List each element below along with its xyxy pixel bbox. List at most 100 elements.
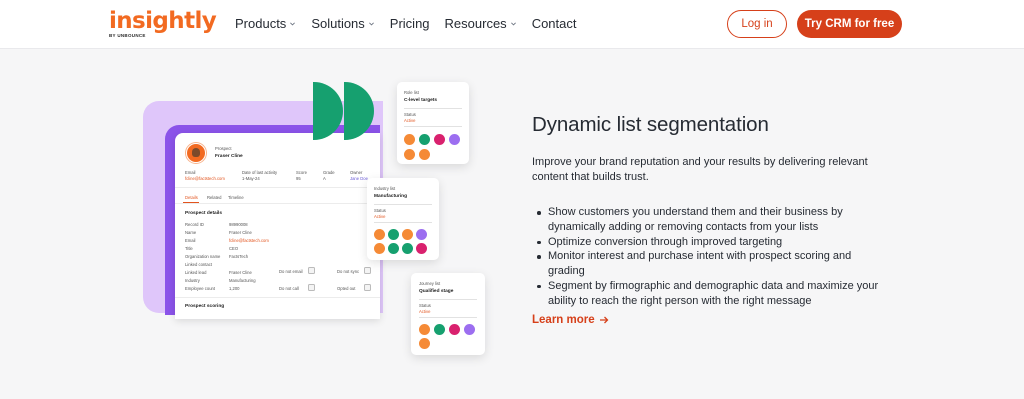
score-value: 95	[296, 176, 301, 181]
contact-avatar	[419, 149, 430, 160]
role-list-title: Role list	[404, 90, 419, 95]
prospect-details-heading: Prospect details	[185, 211, 223, 216]
prospect-scoring-heading: Prospect scoring	[185, 304, 225, 309]
field-label: Email	[185, 238, 196, 243]
activity-label: Date of last activity	[242, 170, 278, 175]
field-value: fcline@factstech.com	[229, 238, 269, 243]
divider	[419, 299, 477, 300]
chevron-down-icon	[290, 22, 296, 26]
field-value: Manufacturing	[229, 278, 256, 283]
divider	[374, 204, 432, 205]
nav-solutions-label: Solutions	[311, 16, 365, 31]
field-value: CEO	[229, 246, 239, 251]
contact-avatar	[416, 243, 427, 254]
field-label: Record ID	[185, 222, 204, 227]
toggle-label: Opted out	[337, 286, 356, 291]
contact-avatar	[402, 229, 413, 240]
list-item: Monitor interest and purchase intent wit…	[534, 249, 884, 279]
tab-timeline[interactable]: Timeline	[228, 195, 244, 200]
field-label: Employee count	[185, 286, 216, 291]
nav-resources-label: Resources	[444, 16, 507, 31]
industry-list-name: Manufacturing	[374, 194, 408, 199]
field-label: Industry	[185, 278, 200, 283]
contact-avatar	[419, 324, 430, 335]
nav-products[interactable]: Products	[235, 16, 296, 31]
prospect-avatar	[186, 143, 206, 163]
divider	[374, 222, 432, 223]
prospect-kind: Prospect	[215, 146, 232, 151]
role-list-card: Role list C-level targets Status Active	[397, 82, 469, 164]
contact-avatar	[419, 338, 430, 349]
field-value: FactsTech	[229, 254, 249, 259]
score-label: Score	[296, 170, 307, 175]
contact-avatar	[388, 243, 399, 254]
contact-avatar	[434, 134, 445, 145]
chevron-down-icon	[368, 22, 374, 26]
divider	[419, 317, 477, 318]
nav-contact[interactable]: Contact	[532, 16, 577, 31]
try-crm-free-button[interactable]: Try CRM for free	[797, 10, 902, 38]
chevron-down-icon	[510, 22, 516, 26]
toggle-label: Do not call	[279, 286, 299, 291]
tab-details[interactable]: Details	[185, 195, 198, 200]
tab-related[interactable]: Related	[207, 195, 221, 200]
contact-avatar	[434, 324, 445, 335]
field-value: 1,200	[229, 286, 240, 291]
nav-solutions[interactable]: Solutions	[311, 16, 374, 31]
status-value: Active	[374, 214, 386, 219]
contact-avatar	[402, 243, 413, 254]
status-value: Active	[404, 118, 416, 123]
contact-avatar	[404, 134, 415, 145]
contact-avatar	[374, 243, 385, 254]
industry-list-title: Industry list	[374, 186, 396, 191]
login-button[interactable]: Log in	[727, 10, 787, 38]
status-label: Status	[419, 303, 431, 308]
section-intro: Improve your brand reputation and your r…	[532, 156, 868, 183]
contact-avatar	[404, 149, 415, 160]
contact-avatar	[374, 229, 385, 240]
do-not-call-checkbox[interactable]	[308, 284, 315, 291]
learn-more-label: Learn more	[532, 314, 595, 326]
owner-value: Jane Doe	[350, 176, 368, 181]
do-not-email-checkbox[interactable]	[308, 267, 315, 274]
contact-avatar	[416, 229, 427, 240]
opted-out-checkbox[interactable]	[364, 284, 371, 291]
owner-label: Owner	[350, 170, 363, 175]
grade-label: Grade	[323, 170, 335, 175]
contact-avatar	[419, 134, 430, 145]
nav-pricing[interactable]: Pricing	[390, 16, 430, 31]
field-label: Name	[185, 230, 197, 235]
journey-list-card: Journey list Qualified stage Status Acti…	[411, 273, 485, 355]
field-label: Organization name	[185, 254, 221, 259]
prospect-name: Fraser Cline	[215, 154, 243, 159]
list-item: Show customers you understand them and t…	[534, 205, 884, 235]
do-not-sync-checkbox[interactable]	[364, 267, 371, 274]
insightly-logo[interactable]: insightly BY UNBOUNCE	[109, 8, 217, 39]
list-item: Segment by firmographic and demographic …	[534, 279, 884, 309]
learn-more-link[interactable]: Learn more	[532, 314, 609, 326]
logo-wordmark: insightly	[109, 8, 217, 34]
contact-avatar	[449, 324, 460, 335]
status-label: Status	[404, 112, 416, 117]
nav-resources[interactable]: Resources	[445, 16, 517, 31]
nav-pricing-label: Pricing	[389, 16, 430, 31]
toggle-label: Do not email	[279, 269, 303, 274]
divider	[175, 187, 380, 188]
field-label: Linked contact	[185, 262, 213, 267]
role-list-name: C-level targets	[404, 98, 438, 103]
section-headline: Dynamic list segmentation	[532, 113, 769, 136]
grade-value: A	[323, 176, 326, 181]
list-item: Optimize conversion through improved tar…	[534, 235, 884, 250]
field-value: Fraser Cline	[229, 230, 252, 235]
contact-avatar	[449, 134, 460, 145]
activity-value: 1-May-24	[242, 176, 260, 181]
field-value: 98990008	[229, 222, 248, 227]
industry-list-card: Industry list Manufacturing Status Activ…	[367, 178, 439, 260]
field-value: Fraser Cline	[229, 270, 252, 275]
contact-avatar	[464, 324, 475, 335]
field-label: Linked lead	[185, 270, 207, 275]
journey-list-title: Journey list	[419, 281, 441, 286]
divider	[404, 126, 462, 127]
nav-products-label: Products	[235, 16, 287, 31]
top-navigation-bar: insightly BY UNBOUNCE Products Solutions…	[0, 0, 1024, 48]
